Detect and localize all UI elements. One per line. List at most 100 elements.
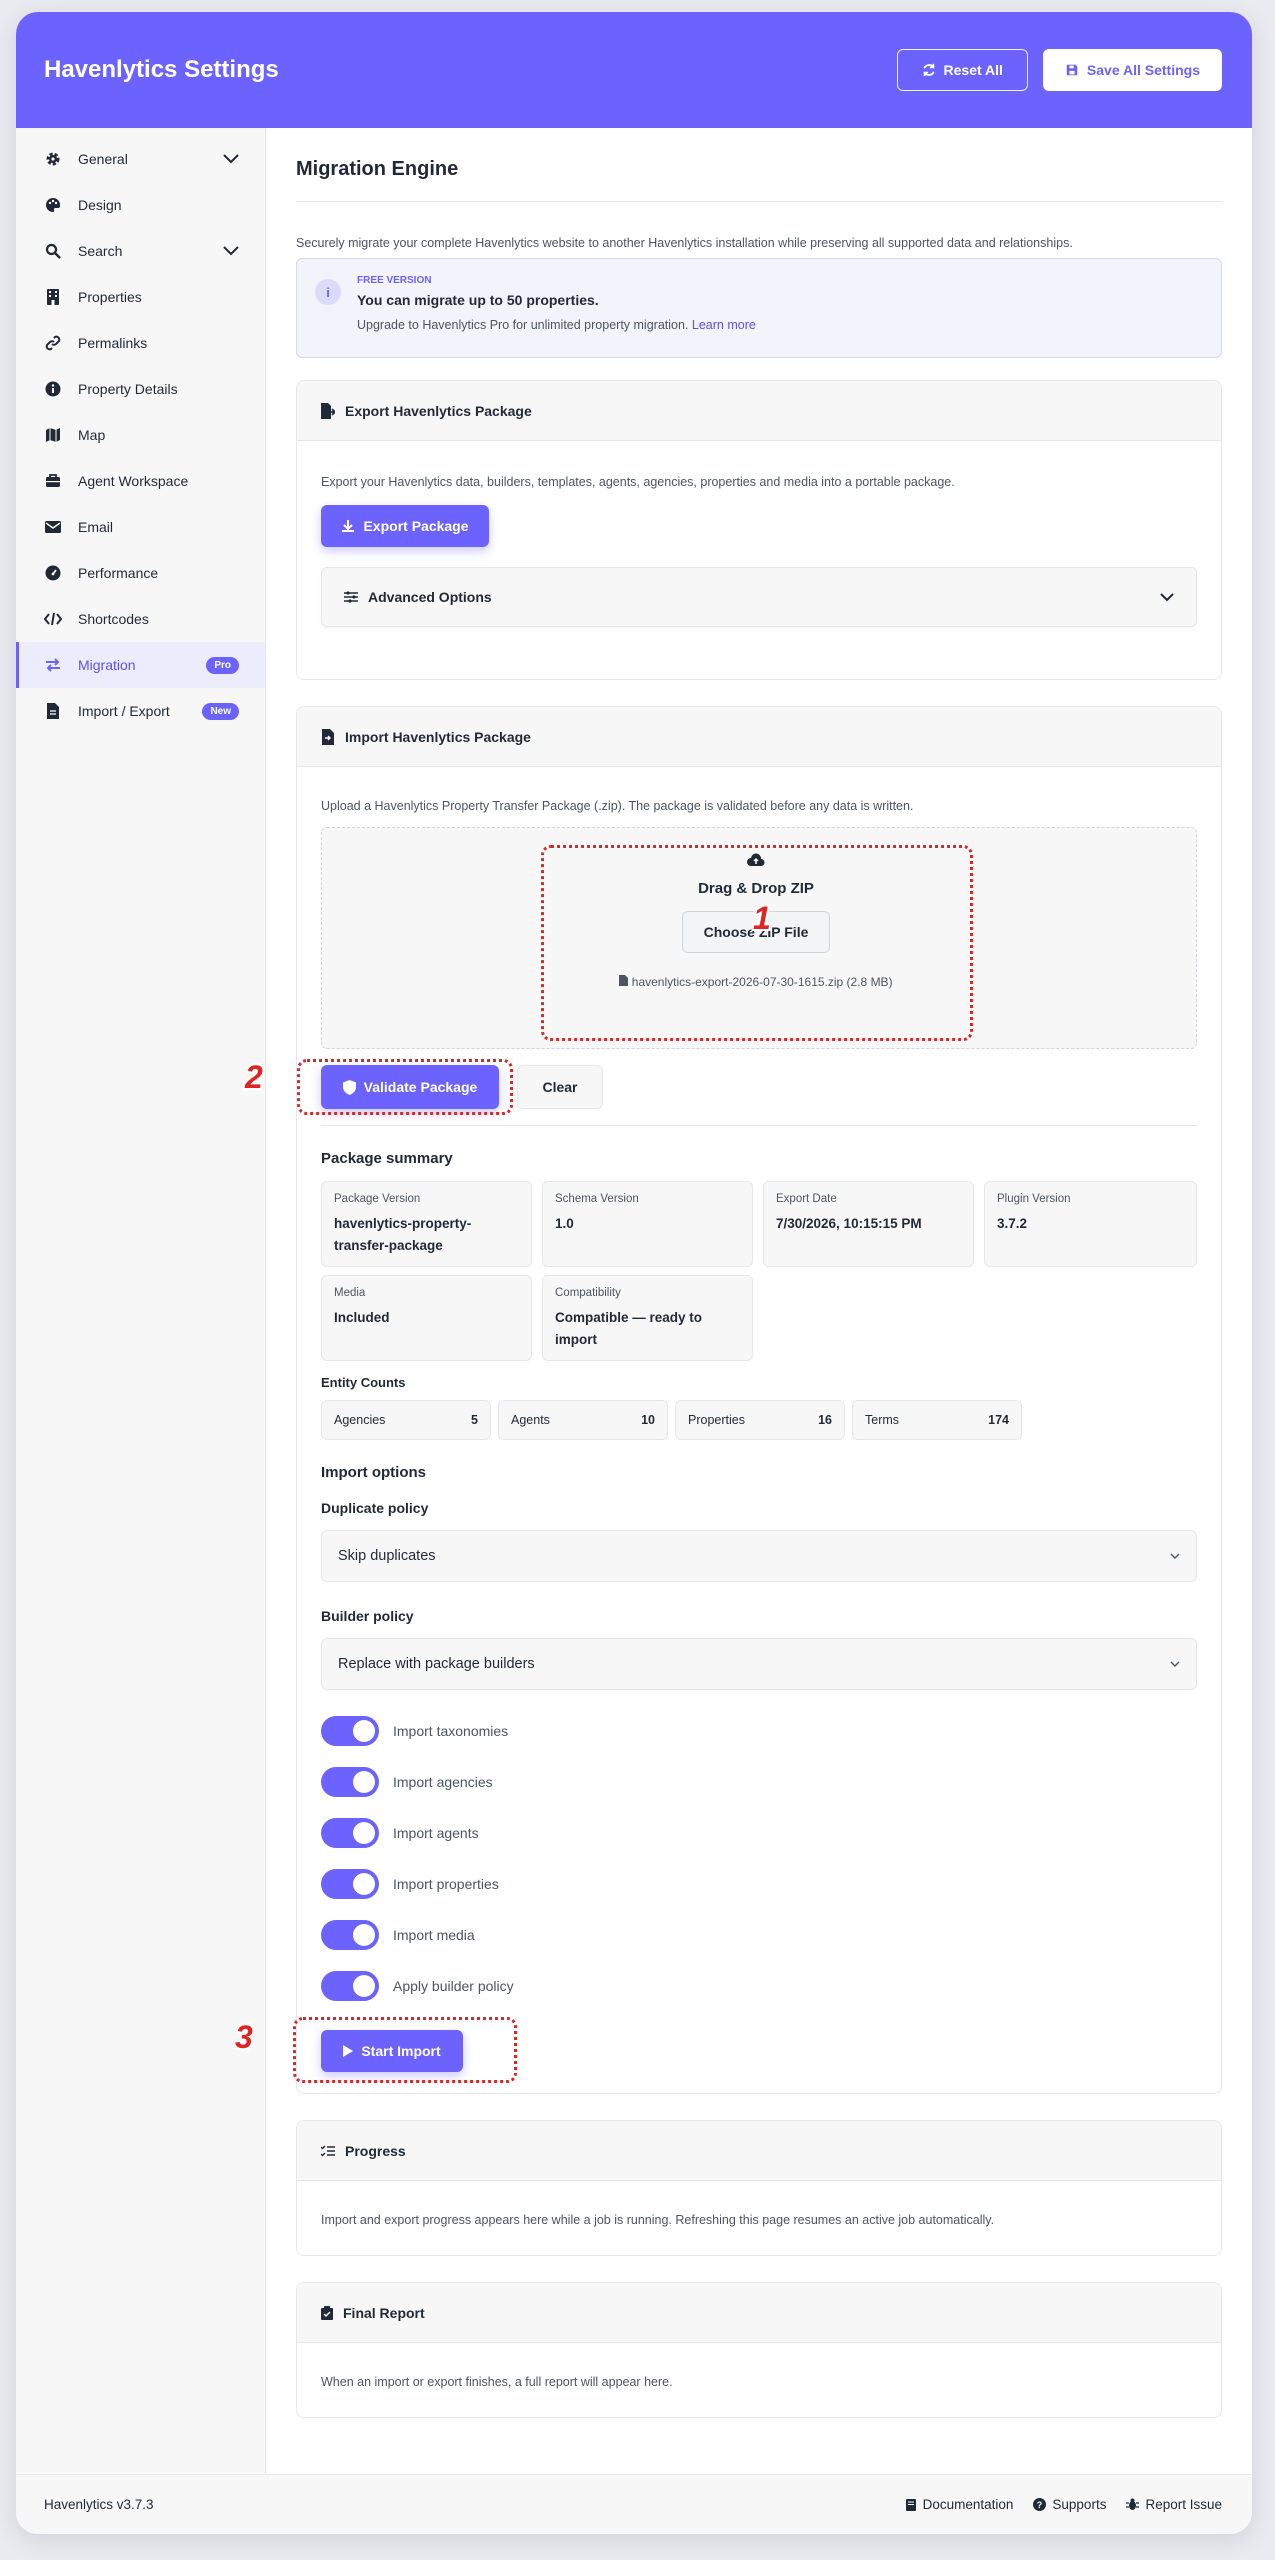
footer: Havenlytics v3.7.3 Documentation ? Suppo… [16,2474,1252,2534]
toggle-apply-builder-policy[interactable]: Apply builder policy [321,1971,514,2001]
info-icon: i [315,279,341,305]
sidebar-item-properties[interactable]: Properties [16,274,265,320]
page-description: Securely migrate your complete Havenlyti… [296,236,1073,250]
entity-count-agents: Agents 10 [498,1400,668,1440]
sidebar-item-label: Email [78,519,114,535]
arrows-swap-icon [44,656,62,674]
info-icon [44,380,62,398]
annotation-marker-1: 1 [753,900,771,936]
export-card-title: Export Havenlytics Package [345,402,532,419]
sidebar-item-general[interactable]: General [16,136,265,182]
sidebar-item-design[interactable]: Design [16,182,265,228]
reset-all-label: Reset All [943,62,1003,78]
save-all-label: Save All Settings [1086,62,1200,78]
documentation-link[interactable]: Documentation [905,2497,1014,2512]
export-card-header: Export Havenlytics Package [297,381,1221,441]
entity-label: Agents [511,1413,550,1427]
summary-value: Compatible — ready to import [555,1310,703,1347]
validate-package-label: Validate Package [363,1079,478,1095]
sidebar-item-label: General [78,151,128,167]
documentation-label: Documentation [922,2497,1014,2512]
header: Havenlytics Settings Reset All Save All … [16,12,1252,128]
chevron-down-icon[interactable] [223,246,239,256]
sidebar-item-email[interactable]: Email [16,504,265,550]
summary-package-version: Package Version havenlytics-property-tra… [321,1181,532,1267]
entity-value: 10 [641,1413,655,1427]
entity-count-properties: Properties 16 [675,1400,845,1440]
entity-count-agencies: Agencies 5 [321,1400,491,1440]
toggle-label: Import properties [393,1876,499,1892]
supports-link[interactable]: ? Supports [1033,2497,1106,2512]
sidebar-item-agent-workspace[interactable]: Agent Workspace [16,458,265,504]
duplicate-policy-select[interactable]: Skip duplicates [321,1530,1197,1582]
toggle-import-taxonomies[interactable]: Import taxonomies [321,1716,508,1746]
builder-policy-select[interactable]: Replace with package builders [321,1638,1197,1690]
import-card-header: Import Havenlytics Package [297,707,1221,767]
link-icon [44,334,62,352]
chevron-down-icon[interactable] [223,154,239,164]
sidebar-item-label: Shortcodes [78,611,149,627]
sidebar-item-shortcodes[interactable]: Shortcodes [16,596,265,642]
advanced-options-toggle[interactable]: Advanced Options [321,567,1197,627]
builder-policy-value: Replace with package builders [338,1656,535,1672]
progress-card-header: Progress [297,2121,1221,2181]
sidebar-item-migration[interactable]: Migration Pro [16,642,265,688]
annotation-marker-3: 3 [235,2019,253,2055]
summary-export-date: Export Date 7/30/2026, 10:15:15 PM [763,1181,974,1267]
summary-label: Compatibility [555,1287,621,1299]
learn-more-link[interactable]: Learn more [692,318,756,332]
sidebar-item-permalinks[interactable]: Permalinks [16,320,265,366]
sidebar-item-label: Import / Export [78,703,170,719]
clear-button[interactable]: Clear [517,1065,603,1109]
clipboard-check-icon [321,2305,333,2320]
toggle-switch[interactable] [321,1716,379,1746]
building-icon [44,288,62,306]
file-export-icon [321,402,335,419]
save-all-settings-button[interactable]: Save All Settings [1042,49,1222,91]
toggle-import-agencies[interactable]: Import agencies [321,1767,493,1797]
zip-dropzone[interactable]: Drag & Drop ZIP Choose ZIP File havenlyt… [321,827,1197,1049]
toggle-switch[interactable] [321,1818,379,1848]
main-content: Migration Engine Securely migrate your c… [235,128,1252,2474]
summary-label: Plugin Version [997,1193,1071,1205]
report-issue-link[interactable]: Report Issue [1126,2497,1222,2512]
toggle-import-agents[interactable]: Import agents [321,1818,479,1848]
book-icon [905,2498,916,2511]
toggle-switch[interactable] [321,1920,379,1950]
summary-label: Export Date [776,1193,837,1205]
summary-label: Media [334,1287,366,1299]
entity-label: Properties [688,1413,745,1427]
report-issue-label: Report Issue [1145,2497,1222,2512]
sidebar-item-import-export[interactable]: Import / Export New [16,688,265,734]
toggle-switch[interactable] [321,1971,379,2001]
export-package-button[interactable]: Export Package [321,505,489,547]
selected-file-name: havenlytics-export-2026-07-30-1615.zip (… [542,975,970,989]
annotation-marker-2: 2 [245,1059,263,1095]
file-icon [44,702,62,720]
import-description: Upload a Havenlytics Property Transfer P… [321,799,914,813]
reset-all-button[interactable]: Reset All [896,49,1028,91]
sidebar-item-search[interactable]: Search [16,228,265,274]
toggle-import-properties[interactable]: Import properties [321,1869,499,1899]
validate-package-button[interactable]: Validate Package [321,1065,499,1109]
toggle-import-media[interactable]: Import media [321,1920,475,1950]
sidebar-item-map[interactable]: Map [16,412,265,458]
toggle-switch[interactable] [321,1869,379,1899]
code-icon [44,610,62,628]
svg-text:?: ? [1037,2500,1043,2510]
entity-value: 16 [818,1413,832,1427]
sidebar-item-label: Property Details [78,381,178,397]
file-zip-icon [619,975,629,986]
advanced-options-label: Advanced Options [368,589,492,605]
final-report-title: Final Report [343,2304,425,2321]
gauge-icon [44,564,62,582]
summary-schema-version: Schema Version 1.0 [542,1181,753,1267]
start-import-button[interactable]: Start Import [321,2030,463,2072]
toggle-label: Import agencies [393,1774,493,1790]
summary-label: Package Version [334,1193,421,1205]
summary-value: Included [334,1310,390,1325]
sidebar-item-performance[interactable]: Performance [16,550,265,596]
sidebar-item-property-details[interactable]: Property Details [16,366,265,412]
chevron-down-icon [1170,1553,1180,1559]
toggle-switch[interactable] [321,1767,379,1797]
